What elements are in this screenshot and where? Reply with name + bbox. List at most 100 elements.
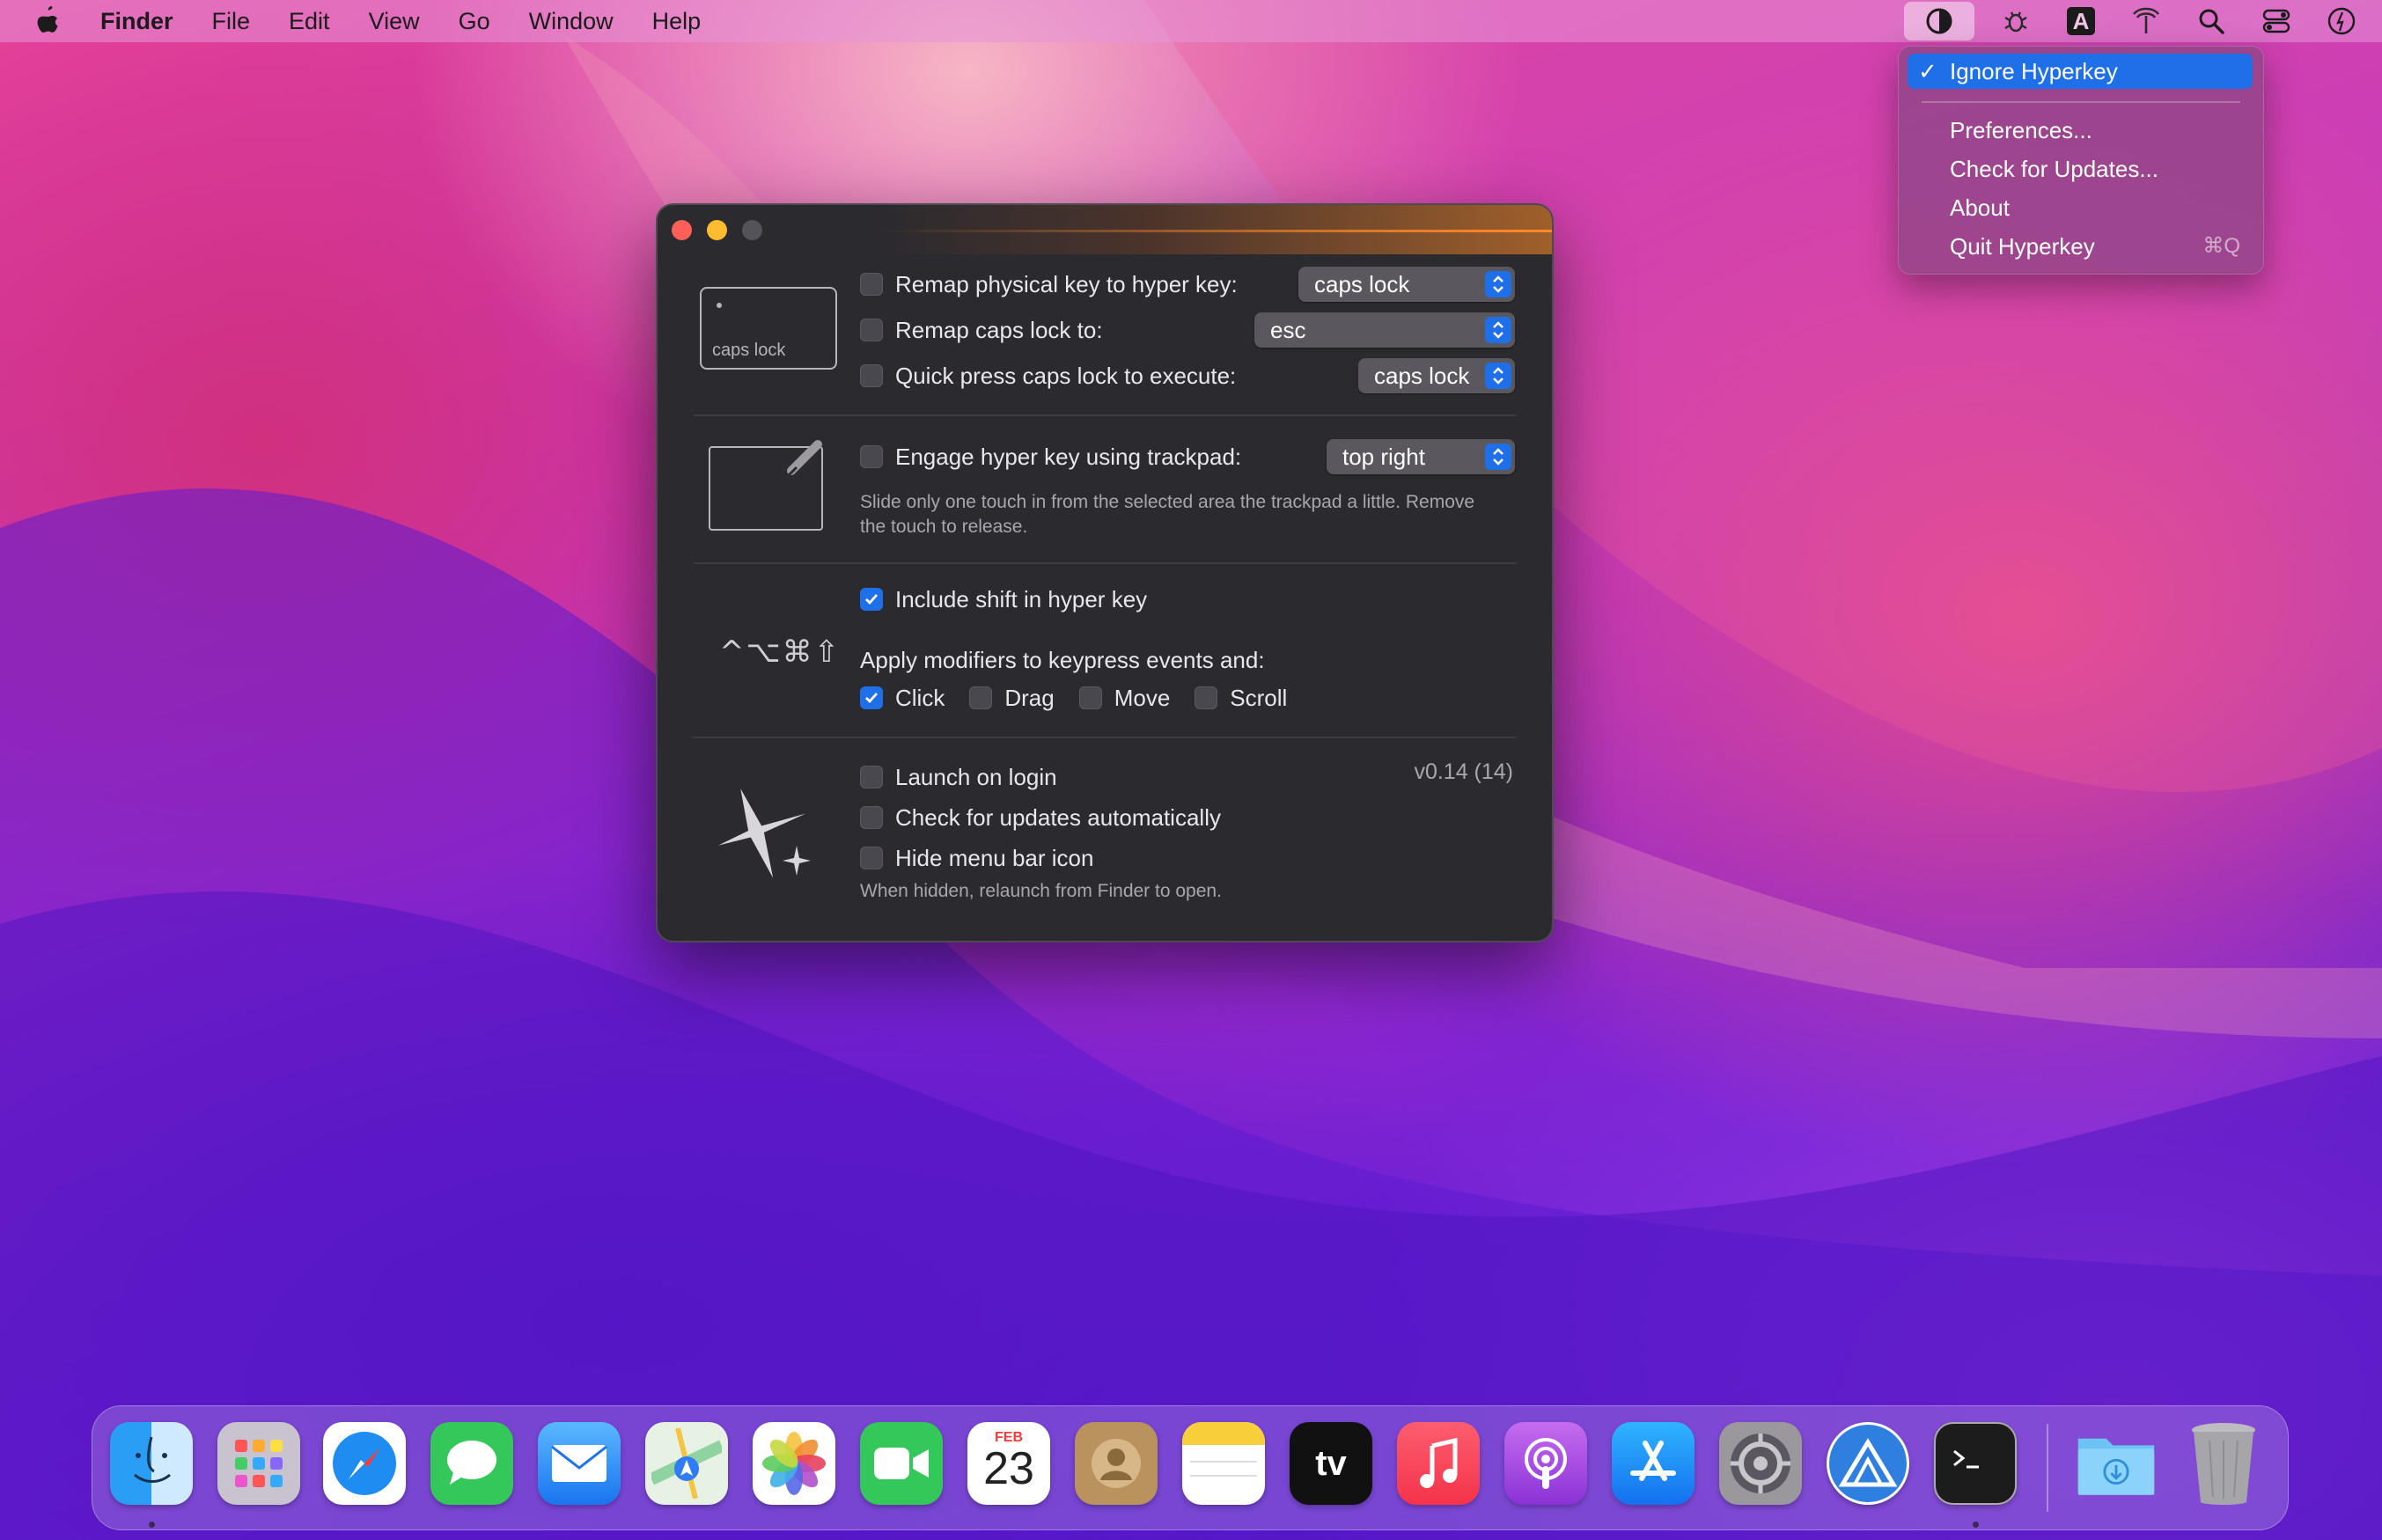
- apply-modifiers-options: Click Drag Move Scroll: [860, 680, 1287, 715]
- input-source-icon[interactable]: A: [2060, 2, 2102, 40]
- menu-app-name[interactable]: Finder: [100, 0, 173, 42]
- scroll-label: Scroll: [1230, 684, 1288, 711]
- remap-caps-label: Remap caps lock to:: [895, 316, 1103, 343]
- notes-line: [1190, 1461, 1257, 1463]
- hide-icon-help-text: When hidden, relaunch from Finder to ope…: [860, 881, 1222, 901]
- menu-item-about[interactable]: About: [1908, 190, 2253, 225]
- podcasts-icon[interactable]: [1504, 1422, 1587, 1505]
- menu-help[interactable]: Help: [652, 0, 702, 42]
- music-icon[interactable]: [1397, 1422, 1480, 1505]
- hyperkey-app-icon[interactable]: [1827, 1422, 1909, 1505]
- hyperkey-icon[interactable]: [1904, 2, 1974, 40]
- keycap-indicator: [717, 303, 722, 308]
- calendar-icon[interactable]: FEB 23: [967, 1422, 1050, 1505]
- drag-checkbox[interactable]: [969, 686, 993, 709]
- apple-menu-icon[interactable]: [30, 0, 65, 42]
- hide-icon-label: Hide menu bar icon: [895, 844, 1094, 871]
- remap-caps-checkbox[interactable]: [860, 319, 883, 341]
- select-value: top right: [1342, 444, 1425, 470]
- contacts-icon[interactable]: [1075, 1422, 1158, 1505]
- sparkle-icon: [717, 788, 811, 878]
- menu-item-check-updates[interactable]: Check for Updates...: [1908, 151, 2253, 187]
- check-updates-checkbox[interactable]: [860, 806, 883, 829]
- click-label: Click: [895, 684, 945, 711]
- messages-icon[interactable]: [430, 1422, 513, 1505]
- dock: FEB 23 tv: [92, 1405, 2289, 1530]
- check-updates-row: Check for updates automatically: [860, 800, 1221, 835]
- zoom-button[interactable]: [742, 220, 762, 240]
- hide-icon-checkbox[interactable]: [860, 847, 883, 869]
- antenna-icon[interactable]: [2125, 2, 2167, 40]
- hyperkey-menu: ✓ Ignore Hyperkey Preferences... Check f…: [1898, 46, 2264, 275]
- menu-view[interactable]: View: [369, 0, 420, 42]
- safari-icon[interactable]: [323, 1422, 406, 1505]
- check-updates-label: Check for updates automatically: [895, 803, 1221, 831]
- trackpad-row: Engage hyper key using trackpad:: [860, 439, 1241, 474]
- menu-go[interactable]: Go: [459, 0, 490, 42]
- scroll-checkbox[interactable]: [1195, 686, 1218, 709]
- menu-item-preferences[interactable]: Preferences...: [1908, 113, 2253, 148]
- section-divider: [693, 562, 1517, 564]
- include-shift-checkbox[interactable]: [860, 588, 883, 611]
- menu-file[interactable]: File: [212, 0, 251, 42]
- system-preferences-icon[interactable]: [1719, 1422, 1802, 1505]
- menu-item-quit[interactable]: Quit Hyperkey ⌘Q: [1908, 229, 2253, 264]
- keycap-label: caps lock: [712, 341, 786, 360]
- menu-separator: [1922, 101, 2240, 103]
- app-store-icon[interactable]: [1612, 1422, 1695, 1505]
- section-divider: [693, 414, 1517, 416]
- trackpad-checkbox[interactable]: [860, 445, 883, 468]
- apply-modifiers-label: Apply modifiers to keypress events and:: [860, 647, 1265, 673]
- downloads-folder-icon[interactable]: [2075, 1422, 2158, 1505]
- running-indicator: [149, 1522, 155, 1528]
- notes-icon[interactable]: [1182, 1422, 1265, 1505]
- close-button[interactable]: [672, 220, 692, 240]
- facetime-icon[interactable]: [860, 1422, 943, 1505]
- tv-icon[interactable]: tv: [1290, 1422, 1372, 1505]
- remap-physical-select[interactable]: caps lock: [1298, 267, 1515, 302]
- notes-line: [1190, 1475, 1257, 1477]
- menu-item-ignore-hyperkey[interactable]: ✓ Ignore Hyperkey: [1908, 54, 2253, 89]
- minimize-button[interactable]: [707, 220, 727, 240]
- move-checkbox[interactable]: [1078, 686, 1102, 709]
- debug-icon[interactable]: [1995, 2, 2037, 40]
- input-source-letter: A: [2067, 7, 2095, 35]
- terminal-icon[interactable]: [1934, 1422, 2017, 1505]
- chevron-updown-icon: [1485, 271, 1511, 297]
- running-indicator: [1973, 1522, 1979, 1528]
- version-label: v0.14 (14): [1414, 759, 1513, 784]
- select-value: esc: [1270, 317, 1306, 343]
- click-checkbox[interactable]: [860, 686, 883, 709]
- include-shift-label: Include shift in hyper key: [895, 585, 1148, 612]
- remap-physical-label: Remap physical key to hyper key:: [895, 270, 1238, 297]
- notes-header: [1182, 1422, 1265, 1445]
- photos-icon[interactable]: [753, 1422, 835, 1505]
- remap-physical-checkbox[interactable]: [860, 273, 883, 296]
- control-center-icon[interactable]: [2255, 2, 2297, 40]
- tv-label: tv: [1315, 1443, 1347, 1483]
- finder-icon[interactable]: [110, 1422, 193, 1505]
- launch-login-checkbox[interactable]: [860, 766, 883, 788]
- calendar-day: 23: [983, 1443, 1034, 1494]
- modifier-keys-icon: ^⌥⌘⇧: [719, 634, 842, 670]
- menu-window[interactable]: Window: [529, 0, 614, 42]
- drag-label: Drag: [1004, 684, 1055, 711]
- title-bar[interactable]: [658, 205, 1552, 254]
- caps-lock-keycap-icon: caps lock: [700, 287, 837, 370]
- menu-edit[interactable]: Edit: [289, 0, 330, 42]
- siri-icon[interactable]: [2320, 2, 2363, 40]
- trackpad-icon: [709, 440, 823, 531]
- quick-press-select[interactable]: caps lock: [1358, 358, 1515, 393]
- trackpad-area-select[interactable]: top right: [1327, 439, 1515, 474]
- quick-press-checkbox[interactable]: [860, 364, 883, 387]
- mail-icon[interactable]: [538, 1422, 621, 1505]
- move-label: Move: [1114, 684, 1171, 711]
- launchpad-icon[interactable]: [217, 1422, 300, 1505]
- spotlight-icon[interactable]: [2190, 2, 2232, 40]
- trackpad-label: Engage hyper key using trackpad:: [895, 443, 1242, 470]
- quit-shortcut: ⌘Q: [2202, 234, 2240, 258]
- maps-icon[interactable]: [645, 1422, 728, 1505]
- trash-icon[interactable]: [2182, 1422, 2265, 1505]
- remap-caps-select[interactable]: esc: [1254, 312, 1515, 348]
- hyperkey-preferences-window: caps lock Remap physical key to hyper ke…: [656, 203, 1554, 942]
